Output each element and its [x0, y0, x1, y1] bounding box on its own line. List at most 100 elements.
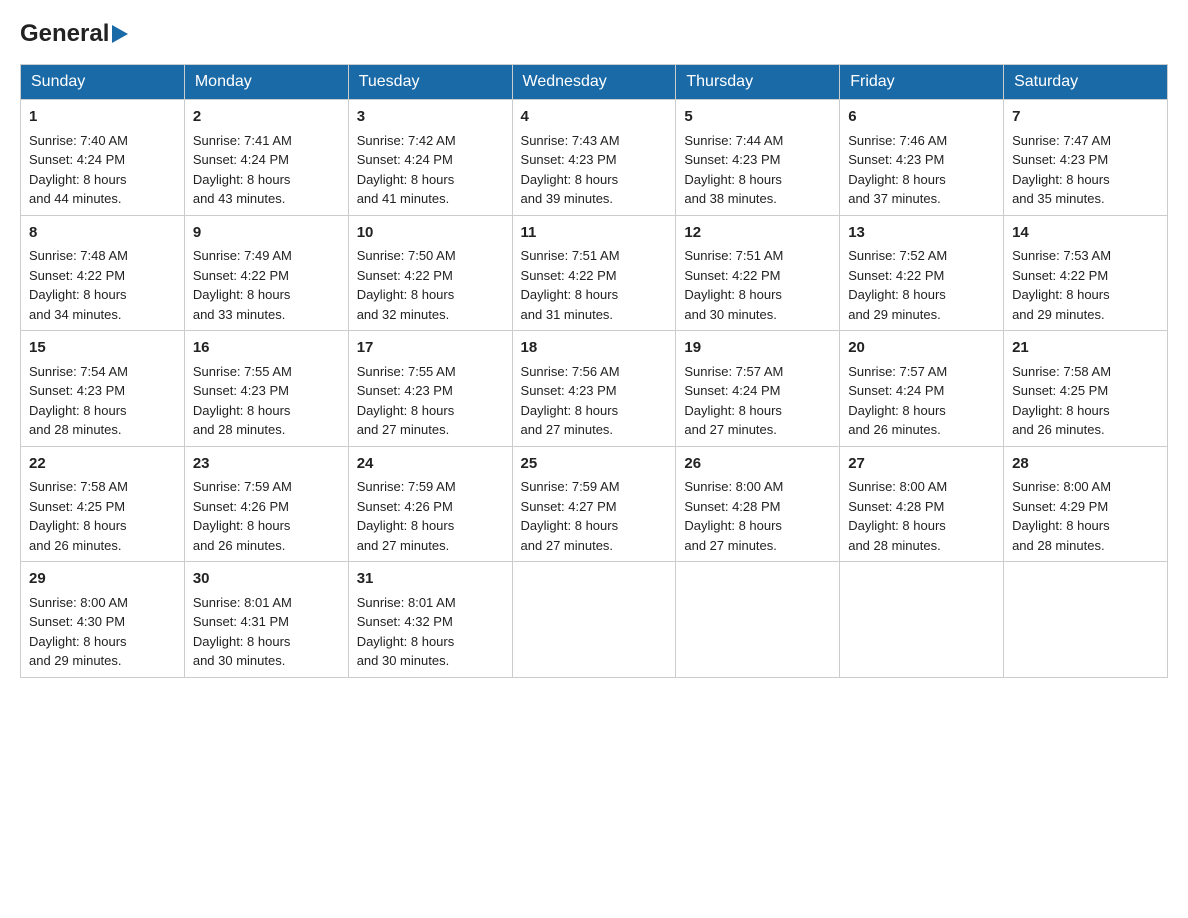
- calendar-table: SundayMondayTuesdayWednesdayThursdayFrid…: [20, 64, 1168, 678]
- day-info: Sunrise: 7:55 AM Sunset: 4:23 PM Dayligh…: [357, 362, 504, 440]
- day-info: Sunrise: 7:41 AM Sunset: 4:24 PM Dayligh…: [193, 131, 340, 209]
- day-number: 5: [684, 106, 831, 129]
- calendar-day-cell: 19Sunrise: 7:57 AM Sunset: 4:24 PM Dayli…: [676, 331, 840, 447]
- calendar-day-cell: 24Sunrise: 7:59 AM Sunset: 4:26 PM Dayli…: [348, 446, 512, 562]
- calendar-day-cell: 26Sunrise: 8:00 AM Sunset: 4:28 PM Dayli…: [676, 446, 840, 562]
- day-info: Sunrise: 8:00 AM Sunset: 4:29 PM Dayligh…: [1012, 477, 1159, 555]
- calendar-day-cell: 30Sunrise: 8:01 AM Sunset: 4:31 PM Dayli…: [184, 562, 348, 678]
- calendar-day-cell: 16Sunrise: 7:55 AM Sunset: 4:23 PM Dayli…: [184, 331, 348, 447]
- day-number: 29: [29, 568, 176, 591]
- calendar-day-cell: 20Sunrise: 7:57 AM Sunset: 4:24 PM Dayli…: [840, 331, 1004, 447]
- calendar-day-cell: [840, 562, 1004, 678]
- calendar-day-cell: 29Sunrise: 8:00 AM Sunset: 4:30 PM Dayli…: [21, 562, 185, 678]
- calendar-week-row: 1Sunrise: 7:40 AM Sunset: 4:24 PM Daylig…: [21, 100, 1168, 216]
- day-number: 11: [521, 222, 668, 245]
- day-info: Sunrise: 7:42 AM Sunset: 4:24 PM Dayligh…: [357, 131, 504, 209]
- day-number: 4: [521, 106, 668, 129]
- calendar-week-row: 22Sunrise: 7:58 AM Sunset: 4:25 PM Dayli…: [21, 446, 1168, 562]
- calendar-day-cell: 13Sunrise: 7:52 AM Sunset: 4:22 PM Dayli…: [840, 215, 1004, 331]
- day-info: Sunrise: 7:59 AM Sunset: 4:26 PM Dayligh…: [357, 477, 504, 555]
- day-info: Sunrise: 7:51 AM Sunset: 4:22 PM Dayligh…: [521, 246, 668, 324]
- day-number: 28: [1012, 453, 1159, 476]
- day-info: Sunrise: 7:46 AM Sunset: 4:23 PM Dayligh…: [848, 131, 995, 209]
- day-number: 25: [521, 453, 668, 476]
- calendar-day-cell: 15Sunrise: 7:54 AM Sunset: 4:23 PM Dayli…: [21, 331, 185, 447]
- day-info: Sunrise: 7:50 AM Sunset: 4:22 PM Dayligh…: [357, 246, 504, 324]
- day-info: Sunrise: 7:57 AM Sunset: 4:24 PM Dayligh…: [684, 362, 831, 440]
- day-number: 7: [1012, 106, 1159, 129]
- day-info: Sunrise: 7:43 AM Sunset: 4:23 PM Dayligh…: [521, 131, 668, 209]
- day-number: 30: [193, 568, 340, 591]
- page-header: General: [20, 20, 1168, 44]
- day-info: Sunrise: 7:59 AM Sunset: 4:27 PM Dayligh…: [521, 477, 668, 555]
- calendar-day-cell: 4Sunrise: 7:43 AM Sunset: 4:23 PM Daylig…: [512, 100, 676, 216]
- day-number: 19: [684, 337, 831, 360]
- day-info: Sunrise: 7:57 AM Sunset: 4:24 PM Dayligh…: [848, 362, 995, 440]
- calendar-day-cell: 2Sunrise: 7:41 AM Sunset: 4:24 PM Daylig…: [184, 100, 348, 216]
- calendar-day-cell: [512, 562, 676, 678]
- day-number: 23: [193, 453, 340, 476]
- calendar-day-cell: 6Sunrise: 7:46 AM Sunset: 4:23 PM Daylig…: [840, 100, 1004, 216]
- day-info: Sunrise: 7:40 AM Sunset: 4:24 PM Dayligh…: [29, 131, 176, 209]
- day-number: 16: [193, 337, 340, 360]
- day-info: Sunrise: 7:52 AM Sunset: 4:22 PM Dayligh…: [848, 246, 995, 324]
- day-number: 17: [357, 337, 504, 360]
- day-number: 20: [848, 337, 995, 360]
- day-number: 14: [1012, 222, 1159, 245]
- day-number: 22: [29, 453, 176, 476]
- day-number: 6: [848, 106, 995, 129]
- day-number: 8: [29, 222, 176, 245]
- day-info: Sunrise: 7:58 AM Sunset: 4:25 PM Dayligh…: [1012, 362, 1159, 440]
- day-info: Sunrise: 7:47 AM Sunset: 4:23 PM Dayligh…: [1012, 131, 1159, 209]
- day-number: 9: [193, 222, 340, 245]
- day-number: 15: [29, 337, 176, 360]
- day-number: 21: [1012, 337, 1159, 360]
- day-number: 18: [521, 337, 668, 360]
- calendar-day-cell: 17Sunrise: 7:55 AM Sunset: 4:23 PM Dayli…: [348, 331, 512, 447]
- calendar-week-row: 8Sunrise: 7:48 AM Sunset: 4:22 PM Daylig…: [21, 215, 1168, 331]
- day-info: Sunrise: 7:53 AM Sunset: 4:22 PM Dayligh…: [1012, 246, 1159, 324]
- calendar-header-saturday: Saturday: [1004, 65, 1168, 100]
- calendar-header-wednesday: Wednesday: [512, 65, 676, 100]
- day-info: Sunrise: 8:00 AM Sunset: 4:28 PM Dayligh…: [848, 477, 995, 555]
- calendar-day-cell: 21Sunrise: 7:58 AM Sunset: 4:25 PM Dayli…: [1004, 331, 1168, 447]
- day-number: 26: [684, 453, 831, 476]
- day-number: 13: [848, 222, 995, 245]
- calendar-day-cell: 28Sunrise: 8:00 AM Sunset: 4:29 PM Dayli…: [1004, 446, 1168, 562]
- calendar-day-cell: 14Sunrise: 7:53 AM Sunset: 4:22 PM Dayli…: [1004, 215, 1168, 331]
- day-number: 12: [684, 222, 831, 245]
- day-info: Sunrise: 7:44 AM Sunset: 4:23 PM Dayligh…: [684, 131, 831, 209]
- calendar-day-cell: 8Sunrise: 7:48 AM Sunset: 4:22 PM Daylig…: [21, 215, 185, 331]
- calendar-day-cell: 1Sunrise: 7:40 AM Sunset: 4:24 PM Daylig…: [21, 100, 185, 216]
- calendar-day-cell: [1004, 562, 1168, 678]
- day-info: Sunrise: 7:48 AM Sunset: 4:22 PM Dayligh…: [29, 246, 176, 324]
- day-number: 27: [848, 453, 995, 476]
- logo: General: [20, 20, 128, 44]
- logo-general-text: General: [20, 20, 109, 48]
- calendar-day-cell: 31Sunrise: 8:01 AM Sunset: 4:32 PM Dayli…: [348, 562, 512, 678]
- day-number: 31: [357, 568, 504, 591]
- calendar-day-cell: 25Sunrise: 7:59 AM Sunset: 4:27 PM Dayli…: [512, 446, 676, 562]
- day-info: Sunrise: 7:54 AM Sunset: 4:23 PM Dayligh…: [29, 362, 176, 440]
- calendar-day-cell: 3Sunrise: 7:42 AM Sunset: 4:24 PM Daylig…: [348, 100, 512, 216]
- calendar-header-monday: Monday: [184, 65, 348, 100]
- day-number: 3: [357, 106, 504, 129]
- calendar-week-row: 15Sunrise: 7:54 AM Sunset: 4:23 PM Dayli…: [21, 331, 1168, 447]
- calendar-day-cell: 9Sunrise: 7:49 AM Sunset: 4:22 PM Daylig…: [184, 215, 348, 331]
- calendar-day-cell: 12Sunrise: 7:51 AM Sunset: 4:22 PM Dayli…: [676, 215, 840, 331]
- calendar-day-cell: 10Sunrise: 7:50 AM Sunset: 4:22 PM Dayli…: [348, 215, 512, 331]
- day-info: Sunrise: 7:58 AM Sunset: 4:25 PM Dayligh…: [29, 477, 176, 555]
- day-number: 10: [357, 222, 504, 245]
- calendar-week-row: 29Sunrise: 8:00 AM Sunset: 4:30 PM Dayli…: [21, 562, 1168, 678]
- day-info: Sunrise: 8:00 AM Sunset: 4:30 PM Dayligh…: [29, 593, 176, 671]
- calendar-header-sunday: Sunday: [21, 65, 185, 100]
- calendar-day-cell: 23Sunrise: 7:59 AM Sunset: 4:26 PM Dayli…: [184, 446, 348, 562]
- calendar-header-thursday: Thursday: [676, 65, 840, 100]
- day-info: Sunrise: 7:59 AM Sunset: 4:26 PM Dayligh…: [193, 477, 340, 555]
- day-info: Sunrise: 7:49 AM Sunset: 4:22 PM Dayligh…: [193, 246, 340, 324]
- calendar-day-cell: [676, 562, 840, 678]
- day-info: Sunrise: 7:55 AM Sunset: 4:23 PM Dayligh…: [193, 362, 340, 440]
- calendar-day-cell: 22Sunrise: 7:58 AM Sunset: 4:25 PM Dayli…: [21, 446, 185, 562]
- calendar-day-cell: 11Sunrise: 7:51 AM Sunset: 4:22 PM Dayli…: [512, 215, 676, 331]
- day-info: Sunrise: 7:56 AM Sunset: 4:23 PM Dayligh…: [521, 362, 668, 440]
